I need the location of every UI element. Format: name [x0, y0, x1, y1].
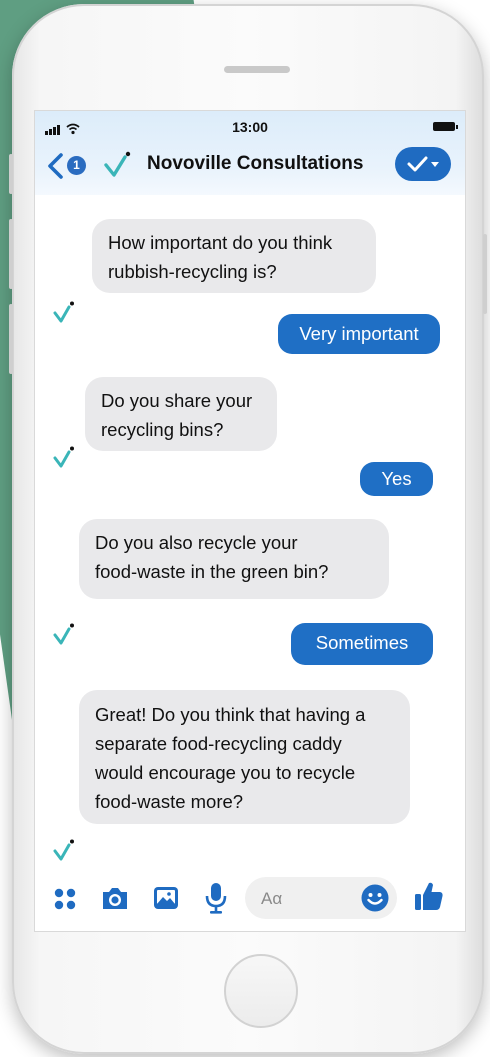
message-line: food-waste more? [95, 791, 244, 812]
volume-up-button [9, 219, 13, 289]
message-input[interactable] [259, 885, 363, 913]
mute-switch [9, 154, 13, 194]
microphone-icon[interactable] [205, 882, 227, 919]
bot-avatar-check-icon [53, 839, 77, 863]
message-text: Sometimes [315, 632, 409, 653]
thumbs-up-icon[interactable] [413, 880, 445, 917]
emoji-icon[interactable] [360, 883, 390, 918]
bot-avatar-check-icon [53, 446, 77, 470]
message-line: recycling bins? [101, 419, 224, 440]
bot-message: How important do you think rubbish-recyc… [92, 219, 376, 293]
user-message: Sometimes [291, 623, 433, 665]
bot-avatar-check-icon [53, 623, 77, 647]
poll-menu-button[interactable] [395, 147, 451, 181]
power-button [483, 234, 487, 314]
status-time: 13:00 [232, 119, 268, 135]
conversation-title: Novoville Consultations [147, 153, 364, 174]
bot-message: Do you share your recycling bins? [85, 377, 277, 451]
chat-header: 13:00 1 Novoville Consultations [35, 111, 465, 195]
apps-icon[interactable] [53, 887, 77, 916]
bot-message: Great! Do you think that having a separa… [79, 690, 410, 824]
message-line: food-waste in the green bin? [95, 561, 329, 582]
camera-icon[interactable] [100, 884, 130, 917]
message-line: Do you share your [101, 390, 253, 411]
home-button[interactable] [224, 954, 298, 1028]
volume-down-button [9, 304, 13, 374]
bot-avatar-check-icon [53, 301, 77, 325]
unread-badge: 1 [67, 156, 86, 175]
bot-message: Do you also recycle your food-waste in t… [79, 519, 389, 599]
back-arrow-icon[interactable] [45, 151, 65, 186]
message-line: would encourage you to recycle [95, 762, 356, 783]
checkmark-dropdown-icon [407, 156, 439, 172]
message-text: Very important [299, 323, 419, 344]
earpiece-speaker [224, 66, 290, 73]
novoville-logo-icon [103, 151, 133, 179]
user-message: Very important [278, 314, 440, 354]
message-line: How important do you think [108, 232, 333, 253]
battery-icon [433, 122, 458, 131]
chat-screen: 13:00 1 Novoville Consultations How impo… [34, 110, 466, 932]
gallery-icon[interactable] [152, 884, 180, 917]
user-message: Yes [360, 462, 433, 496]
message-line: rubbish-recycling is? [108, 261, 277, 282]
message-line: Great! Do you think that having a [95, 704, 366, 725]
message-line: Do you also recycle your [95, 532, 298, 553]
message-text: Yes [381, 468, 412, 489]
message-line: separate food-recycling caddy [95, 733, 342, 754]
status-bar: 13:00 [35, 111, 465, 137]
